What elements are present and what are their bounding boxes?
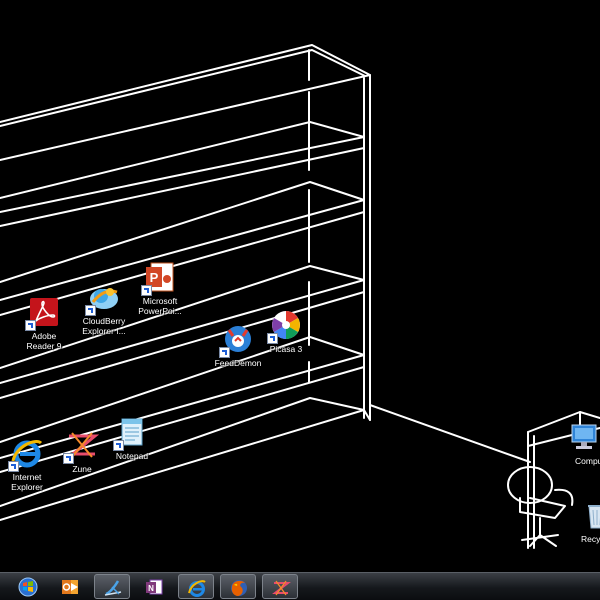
desktop-icon-label: Microsoft PowerPoi... xyxy=(138,296,182,316)
desktop-icon-label: Compu xyxy=(575,456,600,466)
outlook-icon xyxy=(62,580,78,594)
internet-explorer-icon xyxy=(188,580,206,597)
svg-text:P: P xyxy=(150,270,159,285)
taskbar-start-orb[interactable] xyxy=(10,574,46,599)
recycle-bin-icon xyxy=(580,498,600,532)
desktop-icon-label: Picasa 3 xyxy=(269,344,303,354)
desktop-icon-label: CloudBerry Explorer f... xyxy=(82,316,126,336)
desktop-icon-label: Notepad xyxy=(115,451,149,461)
computer-icon xyxy=(568,420,600,454)
taskbar-zune[interactable] xyxy=(262,574,298,599)
desktop-icon-computer[interactable]: Compu xyxy=(558,420,600,466)
firefox-icon xyxy=(231,580,247,596)
taskbar-outlook[interactable] xyxy=(52,574,88,599)
picasa-icon xyxy=(267,308,303,344)
zune-icon xyxy=(63,428,99,464)
onenote-icon: N xyxy=(146,579,163,595)
taskbar: N xyxy=(0,572,600,600)
desktop-icon-recycle-bin[interactable]: Recyc xyxy=(562,498,600,544)
desktop-icon-notepad[interactable]: Notepad xyxy=(96,415,168,461)
notepad-icon xyxy=(113,415,149,451)
taskbar-onenote[interactable]: N xyxy=(136,574,172,599)
desktop-icon-label: Internet Explorer xyxy=(11,472,43,492)
internet-explorer-icon xyxy=(8,436,44,472)
desktop-icon-label: Zune xyxy=(72,464,92,474)
svg-text:N: N xyxy=(148,584,154,593)
taskbar-firefox[interactable] xyxy=(220,574,256,599)
desktop[interactable]: Adobe Reader 9 CloudBerry Explorer f... … xyxy=(0,0,600,600)
powerpoint-icon: P xyxy=(141,260,177,296)
desktop-icon-picasa[interactable]: Picasa 3 xyxy=(250,308,322,354)
cloudberry-icon xyxy=(85,280,121,316)
desktop-icon-powerpoint[interactable]: P Microsoft PowerPoi... xyxy=(124,260,196,316)
taskbar-internet-explorer[interactable] xyxy=(178,574,214,599)
desktop-icon-label: Recyc xyxy=(581,534,600,544)
adobe-reader-icon xyxy=(25,295,61,331)
taskbar-visual-studio[interactable] xyxy=(94,574,130,599)
start-orb-icon xyxy=(18,577,38,597)
zune-icon xyxy=(272,580,291,596)
visual-studio-icon xyxy=(104,580,122,596)
desktop-icon-label: FeedDemon xyxy=(214,358,262,368)
